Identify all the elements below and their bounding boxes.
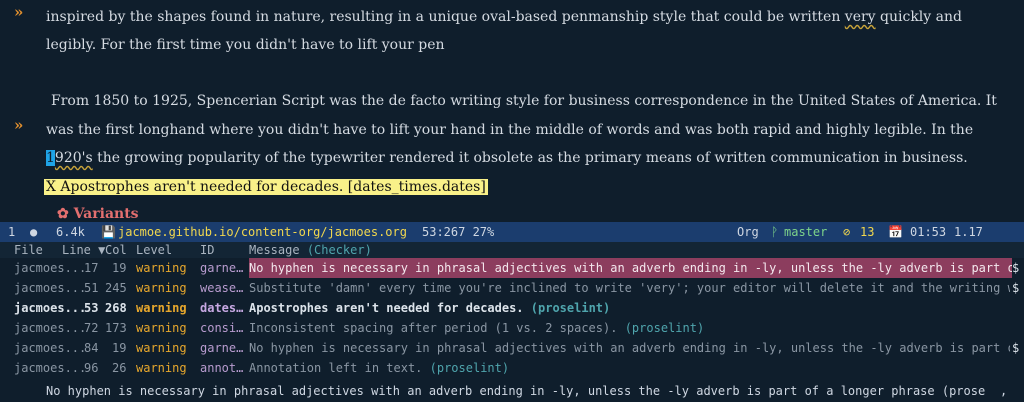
fringe-marker: »	[14, 3, 24, 21]
row-col: 19	[112, 341, 127, 355]
error-row[interactable]: jacmoes... 96 26 warning annot… Annotati…	[0, 358, 1024, 378]
row-level: warning	[136, 321, 187, 335]
error-popup: X Apostrophes aren't needed for decades.…	[44, 174, 488, 200]
row-line: 84	[84, 341, 99, 355]
error-row[interactable]: jacmoes... 72 173 warning consi… Inconsi…	[0, 318, 1024, 338]
error-count-icon: ⊘	[843, 225, 851, 239]
truncation-marker: $	[1012, 281, 1020, 295]
row-col: 245	[105, 281, 127, 295]
row-file: jacmoes...	[14, 261, 87, 275]
row-col: 19	[112, 261, 127, 275]
row-level: warning	[136, 361, 187, 375]
column-header-id[interactable]: ID	[200, 242, 214, 258]
error-list: jacmoes... 17 19 warning garne… No hyphe…	[0, 258, 1024, 378]
row-message: No hyphen is necessary in phrasal adject…	[249, 341, 1010, 355]
column-header-file[interactable]: File	[14, 242, 43, 258]
clock-time: 01:53	[910, 225, 947, 239]
editor-buffer[interactable]: » inspired by the shapes found in nature…	[0, 0, 1024, 222]
row-level: warning	[136, 261, 187, 275]
text-line[interactable]: was the first longhand where you didn't …	[46, 117, 973, 143]
row-level: warning	[136, 281, 187, 295]
text-line[interactable]: From 1850 to 1925, Spencerian Script was…	[51, 88, 997, 114]
row-message: Annotation left in text. (proselint)	[249, 358, 509, 378]
save-icon[interactable]: 💾	[101, 222, 116, 242]
mode-line: 1 ● 6.4k 💾 jacmoe.github.io/content-org/…	[0, 222, 1024, 242]
row-file: jacmoes...	[14, 321, 87, 335]
row-line: 17	[84, 261, 99, 275]
flagged-word: very	[844, 9, 876, 25]
row-col: 26	[112, 361, 127, 375]
row-checker: (proselint)	[530, 301, 611, 315]
row-line: 51	[84, 281, 99, 295]
buffer-size: 6.4k	[56, 225, 85, 239]
row-message: Apostrophes aren't needed for decades. (…	[249, 298, 610, 318]
row-line: 53	[84, 301, 99, 315]
text-cursor: 1	[46, 150, 55, 166]
error-row[interactable]: jacmoes... 84 19 warning garne… No hyphe…	[0, 338, 1024, 358]
error-row-selected[interactable]: jacmoes... 53 268 warning dates… Apostro…	[0, 298, 1024, 318]
git-branch[interactable]: master	[784, 222, 827, 242]
text-segment: inspired by the shapes found in nature, …	[46, 9, 845, 25]
row-id: annot…	[200, 361, 244, 375]
load-average: 1.17	[954, 225, 983, 239]
error-count[interactable]: 13	[860, 222, 874, 242]
row-id: wease…	[200, 281, 244, 295]
window-number: 1	[8, 225, 16, 239]
truncation-marker: $	[1012, 341, 1020, 355]
error-list-header: File Line ▼ Col Level ID Message (Checke…	[0, 242, 1024, 258]
row-file: jacmoes...	[14, 361, 87, 375]
error-row[interactable]: jacmoes... 51 245 warning wease… Substit…	[0, 278, 1024, 298]
echo-area: No hyphen is necessary in phrasal adject…	[0, 380, 1024, 402]
fringe-marker: »	[14, 116, 24, 134]
row-checker: (proselint)	[624, 321, 705, 335]
echo-message: No hyphen is necessary in phrasal adject…	[46, 384, 986, 398]
modified-dot-icon: ●	[30, 225, 38, 239]
column-header-level[interactable]: Level	[136, 242, 172, 258]
major-mode[interactable]: Org	[737, 222, 759, 242]
git-branch-icon: ᚹ	[771, 225, 779, 239]
row-id: garne…	[200, 341, 244, 355]
calendar-icon: 📅	[888, 225, 903, 239]
text-line[interactable]: 1920's the growing popularity of the typ…	[46, 145, 968, 171]
checker-header-label: (Checker)	[306, 243, 372, 257]
truncation-marker: $	[1012, 261, 1020, 275]
row-col: 173	[105, 321, 127, 335]
row-id: garne…	[200, 261, 244, 275]
echo-truncation: ,	[1000, 384, 1008, 398]
row-message: Inconsistent spacing after period (1 vs.…	[249, 318, 704, 338]
row-id: dates…	[200, 301, 244, 315]
row-line: 72	[84, 321, 99, 335]
row-level: warning	[136, 301, 187, 315]
message-text: Apostrophes aren't needed for decades.	[249, 301, 524, 315]
column-header-message[interactable]: Message (Checker)	[249, 242, 372, 258]
row-level: warning	[136, 341, 187, 355]
row-message: Substitute 'damn' every time you're incl…	[249, 281, 1010, 295]
buffer-name[interactable]: jacmoe.github.io/content-org/jacmoes.org	[118, 222, 407, 242]
column-header-col[interactable]: Col	[105, 242, 127, 258]
text-segment: the growing popularity of the typewriter…	[92, 150, 968, 166]
column-header-line[interactable]: Line ▼	[62, 242, 105, 258]
error-message: X Apostrophes aren't needed for decades.…	[44, 179, 488, 195]
message-header-label: Message	[249, 243, 300, 257]
row-message: No hyphen is necessary in phrasal adject…	[249, 258, 1012, 278]
message-text: Annotation left in text.	[249, 361, 423, 375]
row-file: jacmoes...	[14, 281, 87, 295]
row-id: consi…	[200, 321, 244, 335]
row-col: 268	[105, 301, 127, 315]
message-text: Inconsistent spacing after period (1 vs.…	[249, 321, 618, 335]
row-checker: (proselint)	[429, 361, 510, 375]
text-line[interactable]: legibly. For the first time you didn't h…	[46, 32, 445, 58]
row-line: 96	[84, 361, 99, 375]
text-segment: quickly and	[875, 9, 962, 25]
row-file: jacmoes...	[14, 301, 87, 315]
error-row[interactable]: jacmoes... 17 19 warning garne… No hyphe…	[0, 258, 1024, 278]
cursor-position: 53:267 27%	[422, 225, 495, 239]
row-file: jacmoes...	[14, 341, 87, 355]
text-line[interactable]: inspired by the shapes found in nature, …	[46, 4, 962, 30]
flagged-word: 920's	[54, 150, 93, 166]
